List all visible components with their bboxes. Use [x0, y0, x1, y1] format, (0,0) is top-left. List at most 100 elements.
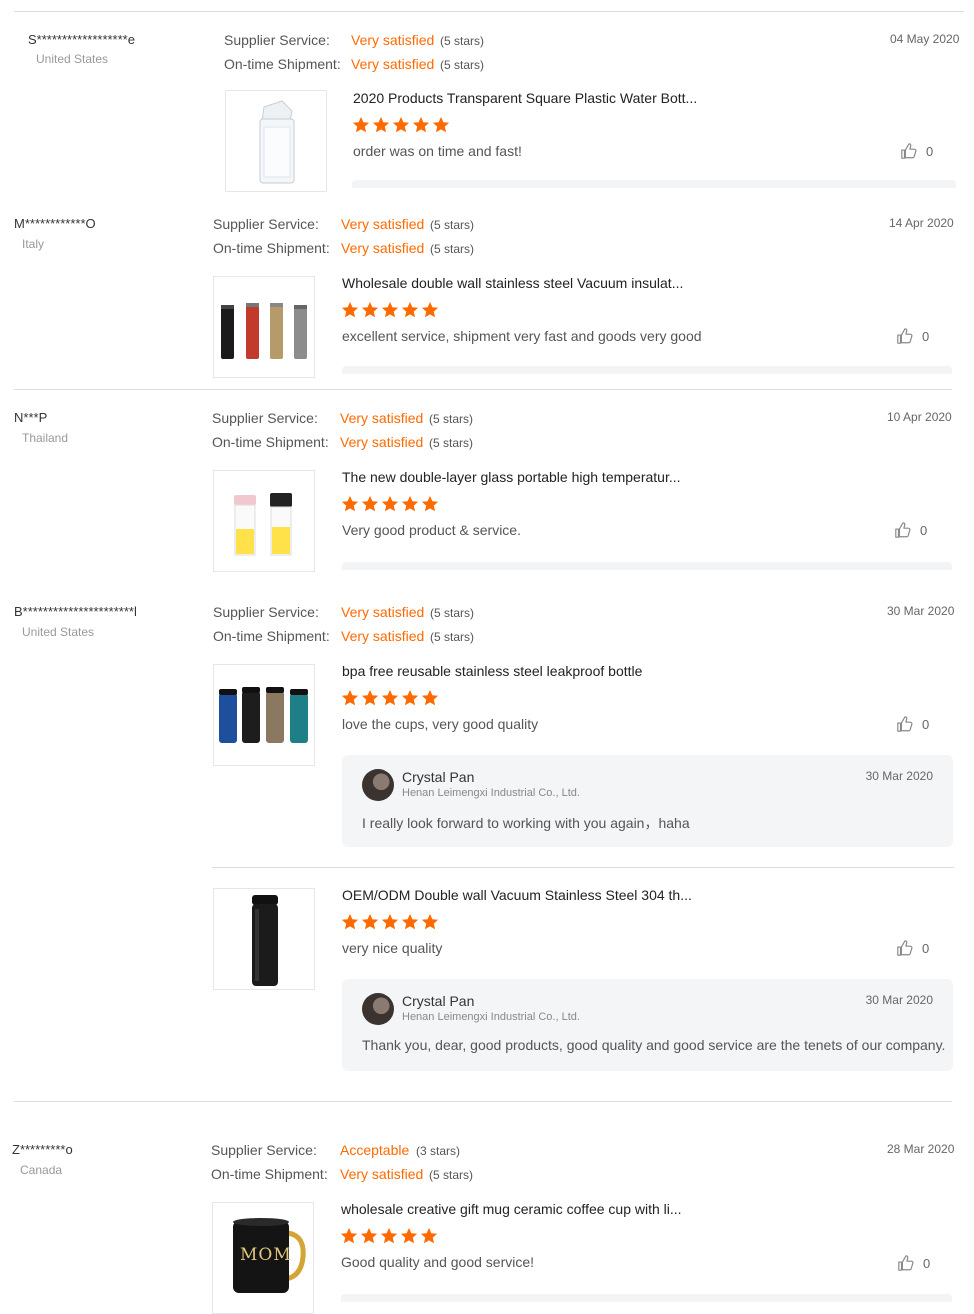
avatar: [362, 769, 394, 801]
thumbs-up-icon: [895, 522, 911, 538]
supplier-reply: Crystal Pan Henan Leimengxi Industrial C…: [342, 755, 953, 847]
supplier-service-label: Supplier Service:: [213, 604, 319, 620]
product-divider-bar: [342, 562, 952, 570]
review-comment: love the cups, very good quality: [342, 716, 539, 732]
thumbs-up-icon: [897, 328, 913, 344]
ontime-shipment-stars: (5 stars): [429, 1168, 474, 1182]
star-icon: [412, 116, 430, 133]
product-title[interactable]: wholesale creative gift mug ceramic coff…: [341, 1201, 682, 1217]
star-icon: [381, 913, 399, 930]
star-icon: [340, 1227, 358, 1244]
supplier-service-stars: (5 stars): [430, 606, 475, 620]
review-comment: very nice quality: [342, 940, 443, 956]
review-comment: order was on time and fast!: [353, 143, 522, 159]
product-rating-stars: [341, 689, 441, 707]
ontime-shipment-label: On-time Shipment:: [211, 1166, 328, 1182]
product-image[interactable]: MOM: [212, 1202, 314, 1314]
supplier-service-label: Supplier Service:: [212, 410, 318, 426]
star-icon: [421, 913, 439, 930]
like-button[interactable]: 0: [896, 715, 929, 733]
star-icon: [361, 495, 379, 512]
product-image[interactable]: [213, 276, 315, 378]
thumbs-up-icon: [898, 1255, 914, 1271]
thumbs-up-icon: [897, 940, 913, 956]
star-icon: [361, 913, 379, 930]
product-image[interactable]: [213, 664, 315, 766]
review-comment: Good quality and good service!: [341, 1254, 535, 1270]
reply-date: 30 Mar 2020: [865, 769, 933, 783]
star-icon: [341, 689, 359, 706]
product-image[interactable]: [225, 90, 327, 192]
product-title[interactable]: Wholesale double wall stainless steel Va…: [342, 275, 683, 291]
supplier-service-rating: Very satisfied: [340, 410, 424, 426]
like-count: 0: [922, 716, 930, 732]
ontime-shipment-rating: Very satisfied: [340, 1166, 424, 1182]
star-icon: [392, 116, 410, 133]
product-title[interactable]: bpa free reusable stainless steel leakpr…: [342, 663, 642, 679]
like-button[interactable]: 0: [897, 1254, 930, 1272]
star-icon: [381, 689, 399, 706]
star-icon: [381, 495, 399, 512]
star-icon: [380, 1227, 398, 1244]
thumbs-up-icon: [897, 716, 913, 732]
star-icon: [421, 495, 439, 512]
review-date: 30 Mar 2020: [887, 604, 955, 618]
like-button[interactable]: 0: [896, 327, 929, 345]
star-icon: [421, 301, 439, 318]
supplier-service-label: Supplier Service:: [213, 216, 319, 232]
star-icon: [361, 689, 379, 706]
like-button[interactable]: 0: [900, 142, 933, 160]
product-divider-bar: [341, 1294, 952, 1302]
ontime-shipment-label: On-time Shipment:: [213, 240, 330, 256]
mug-text: MOM: [240, 1245, 292, 1265]
buyer-name: S******************e: [28, 32, 135, 47]
product-rating-stars: [340, 1227, 440, 1245]
supplier-service-stars: (5 stars): [440, 34, 485, 48]
like-count: 0: [922, 328, 930, 344]
star-icon: [361, 301, 379, 318]
star-icon: [432, 116, 450, 133]
ontime-shipment-stars: (5 stars): [430, 630, 475, 644]
buyer-country: United States: [22, 625, 95, 639]
supplier-service-stars: (3 stars): [416, 1144, 461, 1158]
supplier-service-rating: Very satisfied: [351, 32, 435, 48]
star-icon: [372, 116, 390, 133]
product-title[interactable]: The new double-layer glass portable high…: [342, 469, 681, 485]
reply-company: Henan Leimengxi Industrial Co., Ltd.: [402, 1011, 580, 1023]
product-rating-stars: [341, 913, 441, 931]
like-button[interactable]: 0: [896, 939, 929, 957]
review-comment: excellent service, shipment very fast an…: [342, 328, 702, 344]
product-rating-stars: [341, 495, 441, 513]
star-icon: [352, 116, 370, 133]
supplier-service-label: Supplier Service:: [224, 32, 330, 48]
product-title[interactable]: 2020 Products Transparent Square Plastic…: [353, 90, 697, 106]
ontime-shipment-rating: Very satisfied: [340, 434, 424, 450]
buyer-name: N***P: [14, 410, 48, 425]
divider: [14, 1101, 952, 1102]
divider: [14, 11, 964, 12]
product-rating-stars: [352, 116, 452, 134]
supplier-service-rating: Acceptable: [340, 1142, 410, 1158]
product-title[interactable]: OEM/ODM Double wall Vacuum Stainless Ste…: [342, 887, 692, 903]
supplier-service-stars: (5 stars): [429, 412, 474, 426]
product-image[interactable]: [213, 888, 315, 990]
review-date: 04 May 2020: [890, 32, 960, 46]
product-divider-bar: [342, 366, 952, 374]
ontime-shipment-rating: Very satisfied: [341, 240, 425, 256]
supplier-service-rating: Very satisfied: [341, 604, 425, 620]
review-comment: Very good product & service.: [342, 522, 521, 538]
buyer-country: Italy: [22, 237, 45, 251]
like-count: 0: [926, 143, 934, 159]
star-icon: [341, 301, 359, 318]
star-icon: [360, 1227, 378, 1244]
reply-author: Crystal Pan: [402, 769, 475, 785]
supplier-service-label: Supplier Service:: [211, 1142, 317, 1158]
supplier-service-stars: (5 stars): [430, 218, 475, 232]
star-icon: [341, 913, 359, 930]
product-image[interactable]: [213, 470, 315, 572]
thumbs-up-icon: [901, 143, 917, 159]
review-date: 10 Apr 2020: [887, 410, 952, 424]
like-button[interactable]: 0: [894, 521, 927, 539]
buyer-country: Canada: [20, 1163, 63, 1177]
star-icon: [401, 913, 419, 930]
